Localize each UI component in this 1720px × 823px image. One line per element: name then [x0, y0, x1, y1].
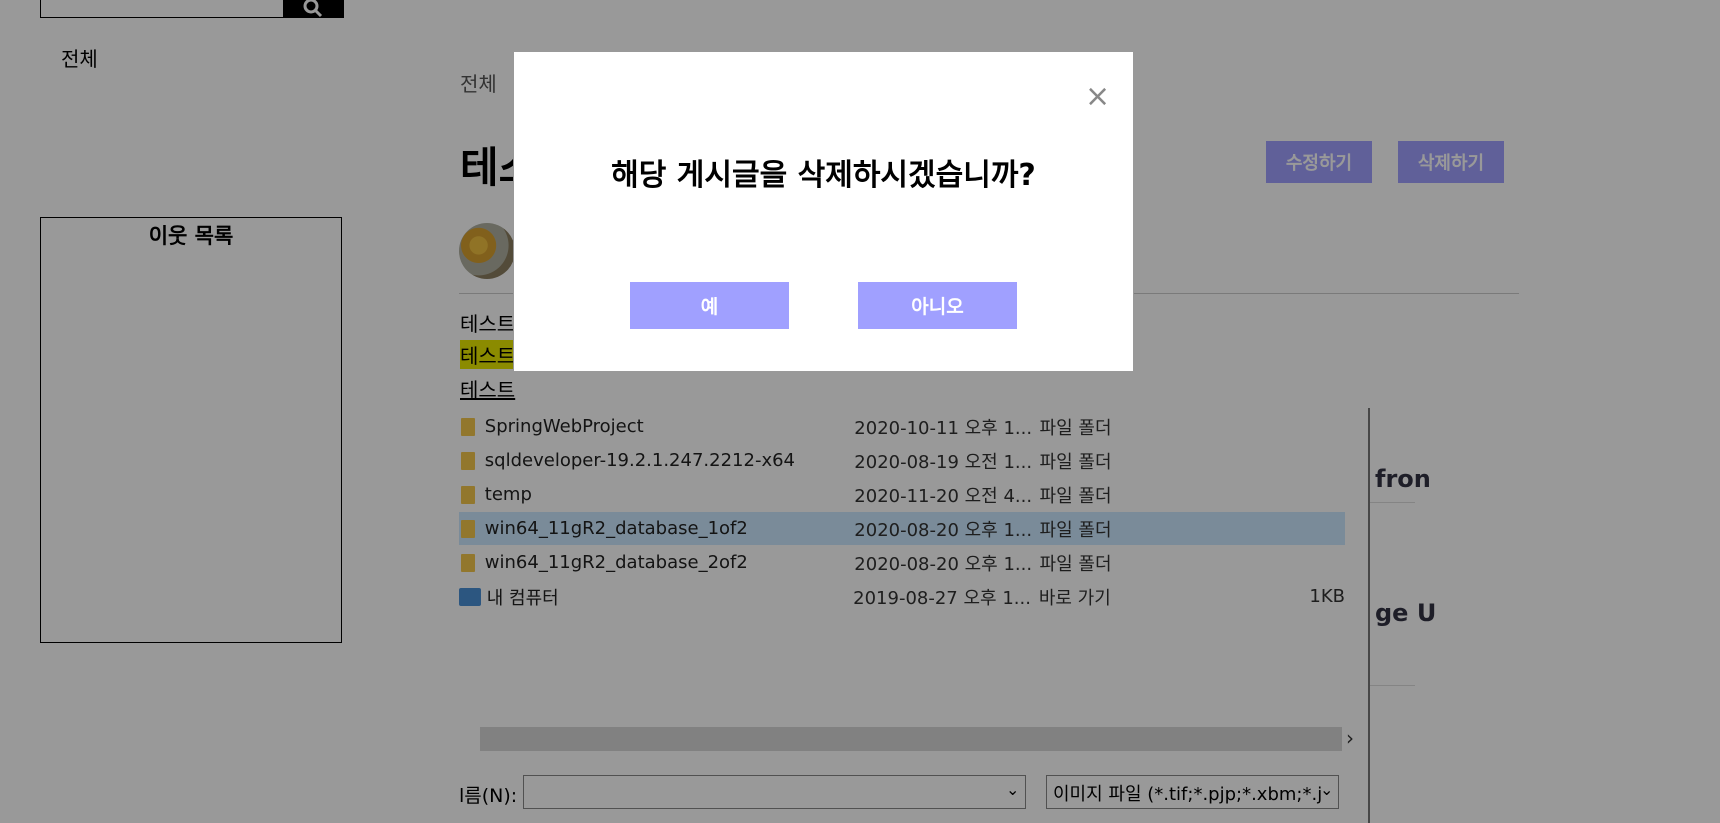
close-icon[interactable]: × — [1085, 79, 1110, 114]
confirm-dialog: × 해당 게시글을 삭제하시겠습니까? 예 아니오 — [513, 51, 1134, 372]
no-button[interactable]: 아니오 — [858, 282, 1017, 329]
confirm-message: 해당 게시글을 삭제하시겠습니까? — [611, 158, 1036, 193]
yes-button[interactable]: 예 — [630, 282, 789, 329]
